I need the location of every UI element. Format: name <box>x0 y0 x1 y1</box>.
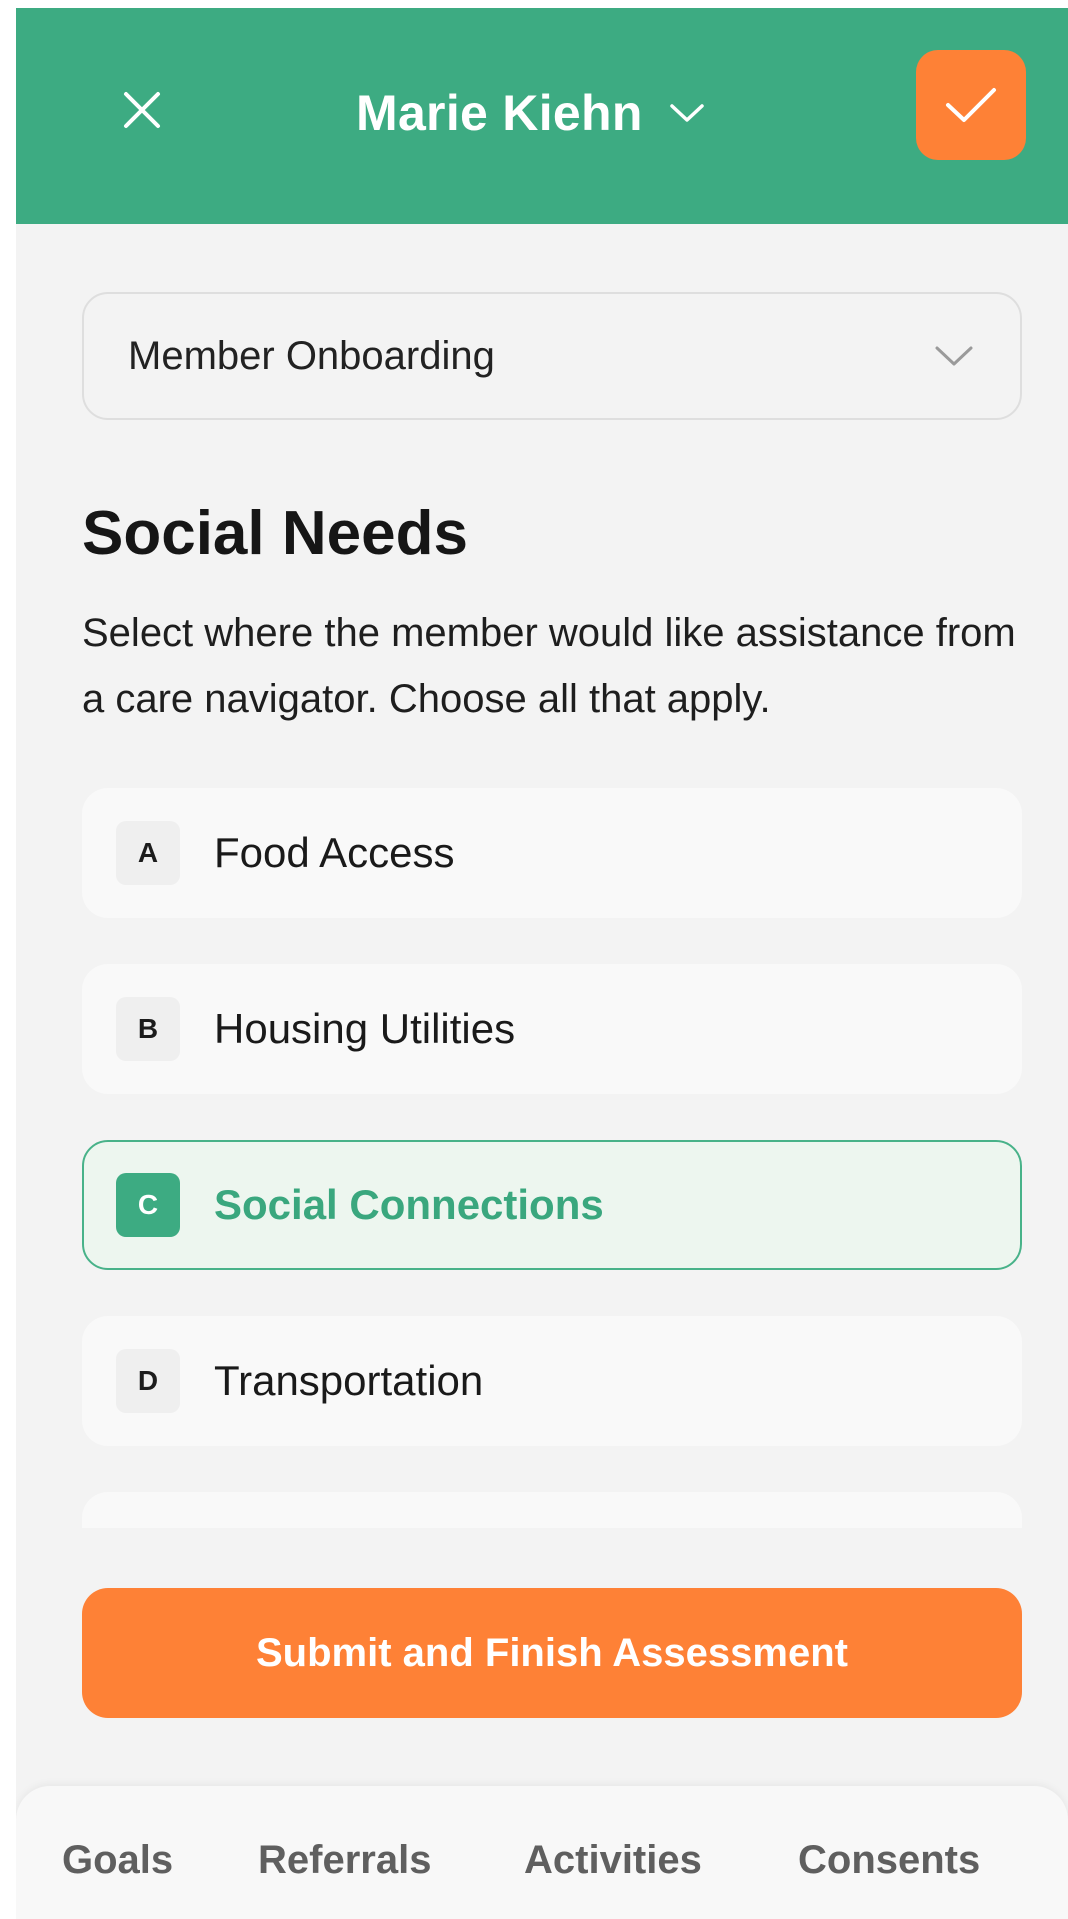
option-transportation[interactable]: D Transportation <box>82 1316 1022 1446</box>
options-list: A Food Access B Housing Utilities C Soci… <box>82 788 1022 1528</box>
member-name: Marie Kiehn <box>356 85 643 141</box>
tab-consents[interactable]: Consents <box>798 1838 980 1883</box>
option-key: B <box>116 997 180 1061</box>
option-label: Housing Utilities <box>214 1005 516 1052</box>
option-social-connections[interactable]: C Social Connections <box>82 1140 1022 1270</box>
header-bar: Marie Kiehn <box>16 8 1068 224</box>
option-key: D <box>116 1349 180 1413</box>
chevron-down-icon <box>935 346 973 366</box>
confirm-button[interactable] <box>916 50 1026 160</box>
check-icon <box>946 88 996 122</box>
submit-assessment-label: Submit and Finish Assessment <box>256 1630 848 1675</box>
section-title: Social Needs <box>82 499 468 568</box>
option-label: Food Access <box>214 829 455 876</box>
bottom-tab-bar: Goals Referrals Activities Consents <box>16 1786 1068 1919</box>
option-housing-utilities[interactable]: B Housing Utilities <box>82 964 1022 1094</box>
assessment-select-value: Member Onboarding <box>128 333 495 378</box>
option-food-access[interactable]: A Food Access <box>82 788 1022 918</box>
option-label: Transportation <box>214 1357 484 1404</box>
submit-assessment-button[interactable]: Submit and Finish Assessment <box>82 1588 1022 1718</box>
tab-goals[interactable]: Goals <box>62 1838 173 1883</box>
section-description: Select where the member would like assis… <box>82 611 1016 721</box>
option-label: Social Connections <box>214 1181 604 1228</box>
option-partial[interactable] <box>82 1492 1022 1528</box>
close-icon <box>124 92 160 128</box>
chevron-down-icon <box>669 104 704 122</box>
option-key: C <box>116 1173 180 1237</box>
assessment-select[interactable]: Member Onboarding <box>82 292 1022 420</box>
app-screen: Marie Kiehn Member Onboarding Social Nee… <box>16 8 1068 1919</box>
member-switcher[interactable]: Marie Kiehn <box>356 78 705 148</box>
tab-referrals[interactable]: Referrals <box>258 1838 431 1883</box>
close-button[interactable] <box>112 80 172 140</box>
option-key: A <box>116 821 180 885</box>
tab-activities[interactable]: Activities <box>524 1838 702 1883</box>
